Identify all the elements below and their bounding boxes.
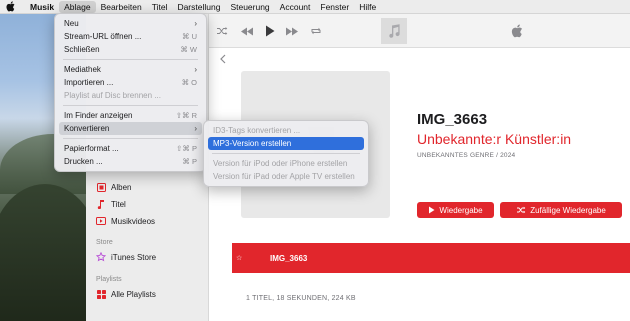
video-icon	[96, 216, 106, 226]
sidebar-item-titles[interactable]: Titel	[96, 197, 204, 211]
sidebar-item-albums[interactable]: Alben	[96, 180, 204, 194]
album-artist[interactable]: Unbekannte:r Künstler:in	[417, 131, 571, 147]
repeat-icon[interactable]	[309, 24, 323, 38]
menu-item-new[interactable]: Neu ›	[59, 17, 202, 30]
menu-bearbeiten[interactable]: Bearbeiten	[96, 1, 147, 13]
menu-item-library[interactable]: Mediathek ›	[59, 63, 202, 76]
menu-separator	[63, 59, 198, 60]
sidebar-item-all-playlists[interactable]: Alle Playlists	[96, 287, 204, 301]
menu-item-label: Version für iPod oder iPhone erstellen	[213, 159, 348, 168]
menu-item-label: Konvertieren	[64, 124, 110, 133]
menu-item-label: Papierformat ...	[64, 144, 119, 153]
menu-item-print[interactable]: Drucken ... ⌘ P	[59, 155, 202, 168]
menu-item-shortcut: ⇧⌘ P	[176, 144, 197, 153]
menu-item-shortcut: ⌘ O	[181, 78, 197, 87]
shuffle-button[interactable]: Zufällige Wiedergabe	[500, 202, 622, 218]
menu-item-label: Im Finder anzeigen	[64, 111, 133, 120]
menu-item-create-mp3[interactable]: MP3-Version erstellen	[208, 137, 364, 150]
file-menu: Neu › Stream-URL öffnen ... ⌘ U Schließe…	[54, 13, 207, 172]
menu-item-import[interactable]: Importieren ... ⌘ O	[59, 76, 202, 89]
menu-item-label: Version für iPad oder Apple TV erstellen	[213, 172, 355, 181]
menu-app-name[interactable]: Musik	[25, 1, 59, 13]
menu-item-label: Schließen	[64, 45, 100, 54]
star-icon	[96, 252, 106, 262]
shuffle-icon	[517, 206, 526, 214]
menu-item-ipad-version: Version für iPad oder Apple TV erstellen	[208, 170, 364, 183]
sidebar-item-music-videos[interactable]: Musikvideos	[96, 214, 204, 228]
menu-item-burn-playlist: Playlist auf Disc brennen ...	[59, 89, 202, 102]
menu-item-ipod-version: Version für iPod oder iPhone erstellen	[208, 157, 364, 170]
menu-item-label: Neu	[64, 19, 79, 28]
apple-logo-icon	[511, 24, 524, 38]
menu-item-label: MP3-Version erstellen	[213, 139, 292, 148]
play-button[interactable]: Wiedergabe	[417, 202, 494, 218]
favorite-star-icon[interactable]: ☆	[236, 254, 250, 262]
rewind-icon[interactable]	[240, 24, 254, 38]
menu-separator	[63, 105, 198, 106]
play-icon[interactable]	[263, 24, 277, 38]
menu-darstellung[interactable]: Darstellung	[172, 1, 225, 13]
play-icon	[429, 206, 435, 214]
track-row[interactable]: ☆ IMG_3663	[232, 243, 630, 273]
menu-steuerung[interactable]: Steuerung	[225, 1, 274, 13]
menu-item-shortcut: ⌘ U	[182, 32, 197, 41]
sidebar-section-playlists: Playlists	[96, 276, 122, 283]
track-name: IMG_3663	[270, 253, 308, 263]
shuffle-button-label: Zufällige Wiedergabe	[530, 205, 606, 215]
menu-separator	[63, 138, 198, 139]
note-icon	[96, 199, 106, 209]
sidebar-item-itunes-store[interactable]: iTunes Store	[96, 250, 204, 264]
submenu-chevron-icon: ›	[194, 65, 197, 74]
menu-item-page-setup[interactable]: Papierformat ... ⇧⌘ P	[59, 142, 202, 155]
menu-titel[interactable]: Titel	[147, 1, 173, 13]
menu-item-label: Mediathek	[64, 65, 101, 74]
menu-item-convert[interactable]: Konvertieren ›	[59, 122, 202, 135]
album-icon	[96, 182, 106, 192]
now-playing-artwork[interactable]	[381, 18, 407, 44]
wallpaper-forest	[0, 184, 100, 321]
fast-forward-icon[interactable]	[285, 24, 299, 38]
menu-item-shortcut: ⌘ P	[182, 157, 197, 166]
sidebar-item-label: iTunes Store	[111, 252, 157, 262]
back-chevron-icon[interactable]	[219, 54, 231, 66]
menu-item-label: Stream-URL öffnen ...	[64, 32, 142, 41]
menu-ablage[interactable]: Ablage	[59, 0, 96, 13]
submenu-chevron-icon: ›	[194, 124, 197, 133]
shuffle-icon[interactable]	[215, 24, 229, 38]
menu-item-shortcut: ⌘ W	[180, 45, 197, 54]
toolbar	[209, 14, 630, 48]
note-icon	[389, 24, 400, 38]
menu-item-label: Importieren ...	[64, 78, 114, 87]
menu-separator	[212, 153, 360, 154]
submenu-chevron-icon: ›	[194, 19, 197, 28]
menu-item-shortcut: ⇧⌘ R	[175, 111, 197, 120]
menu-hilfe[interactable]: Hilfe	[354, 1, 381, 13]
menu-item-open-stream[interactable]: Stream-URL öffnen ... ⌘ U	[59, 30, 202, 43]
album-summary: 1 TITEL, 18 SEKUNDEN, 224 KB	[246, 295, 356, 302]
menu-item-label: Drucken ...	[64, 157, 103, 166]
menu-bar: Musik Ablage Bearbeiten Titel Darstellun…	[0, 0, 630, 14]
menu-item-convert-id3: ID3-Tags konvertieren ...	[208, 124, 364, 137]
play-button-label: Wiedergabe	[439, 205, 483, 215]
grid-icon	[96, 289, 106, 299]
menu-item-close[interactable]: Schließen ⌘ W	[59, 43, 202, 56]
sidebar-section-store: Store	[96, 239, 113, 246]
menu-item-label: Playlist auf Disc brennen ...	[64, 91, 161, 100]
menu-fenster[interactable]: Fenster	[315, 1, 354, 13]
sidebar-item-label: Musikvideos	[111, 216, 156, 226]
album-title: IMG_3663	[417, 111, 488, 128]
menu-item-label: ID3-Tags konvertieren ...	[213, 126, 301, 135]
menu-account[interactable]: Account	[275, 1, 316, 13]
apple-menu-icon[interactable]	[6, 1, 16, 12]
sidebar-item-label: Titel	[111, 199, 126, 209]
sidebar-item-label: Alle Playlists	[111, 289, 156, 299]
sidebar-item-label: Alben	[111, 182, 132, 192]
convert-submenu: ID3-Tags konvertieren ... MP3-Version er…	[203, 120, 369, 187]
album-meta: UNBEKANNTES GENRE / 2024	[417, 152, 516, 159]
menu-item-show-in-finder[interactable]: Im Finder anzeigen ⇧⌘ R	[59, 109, 202, 122]
